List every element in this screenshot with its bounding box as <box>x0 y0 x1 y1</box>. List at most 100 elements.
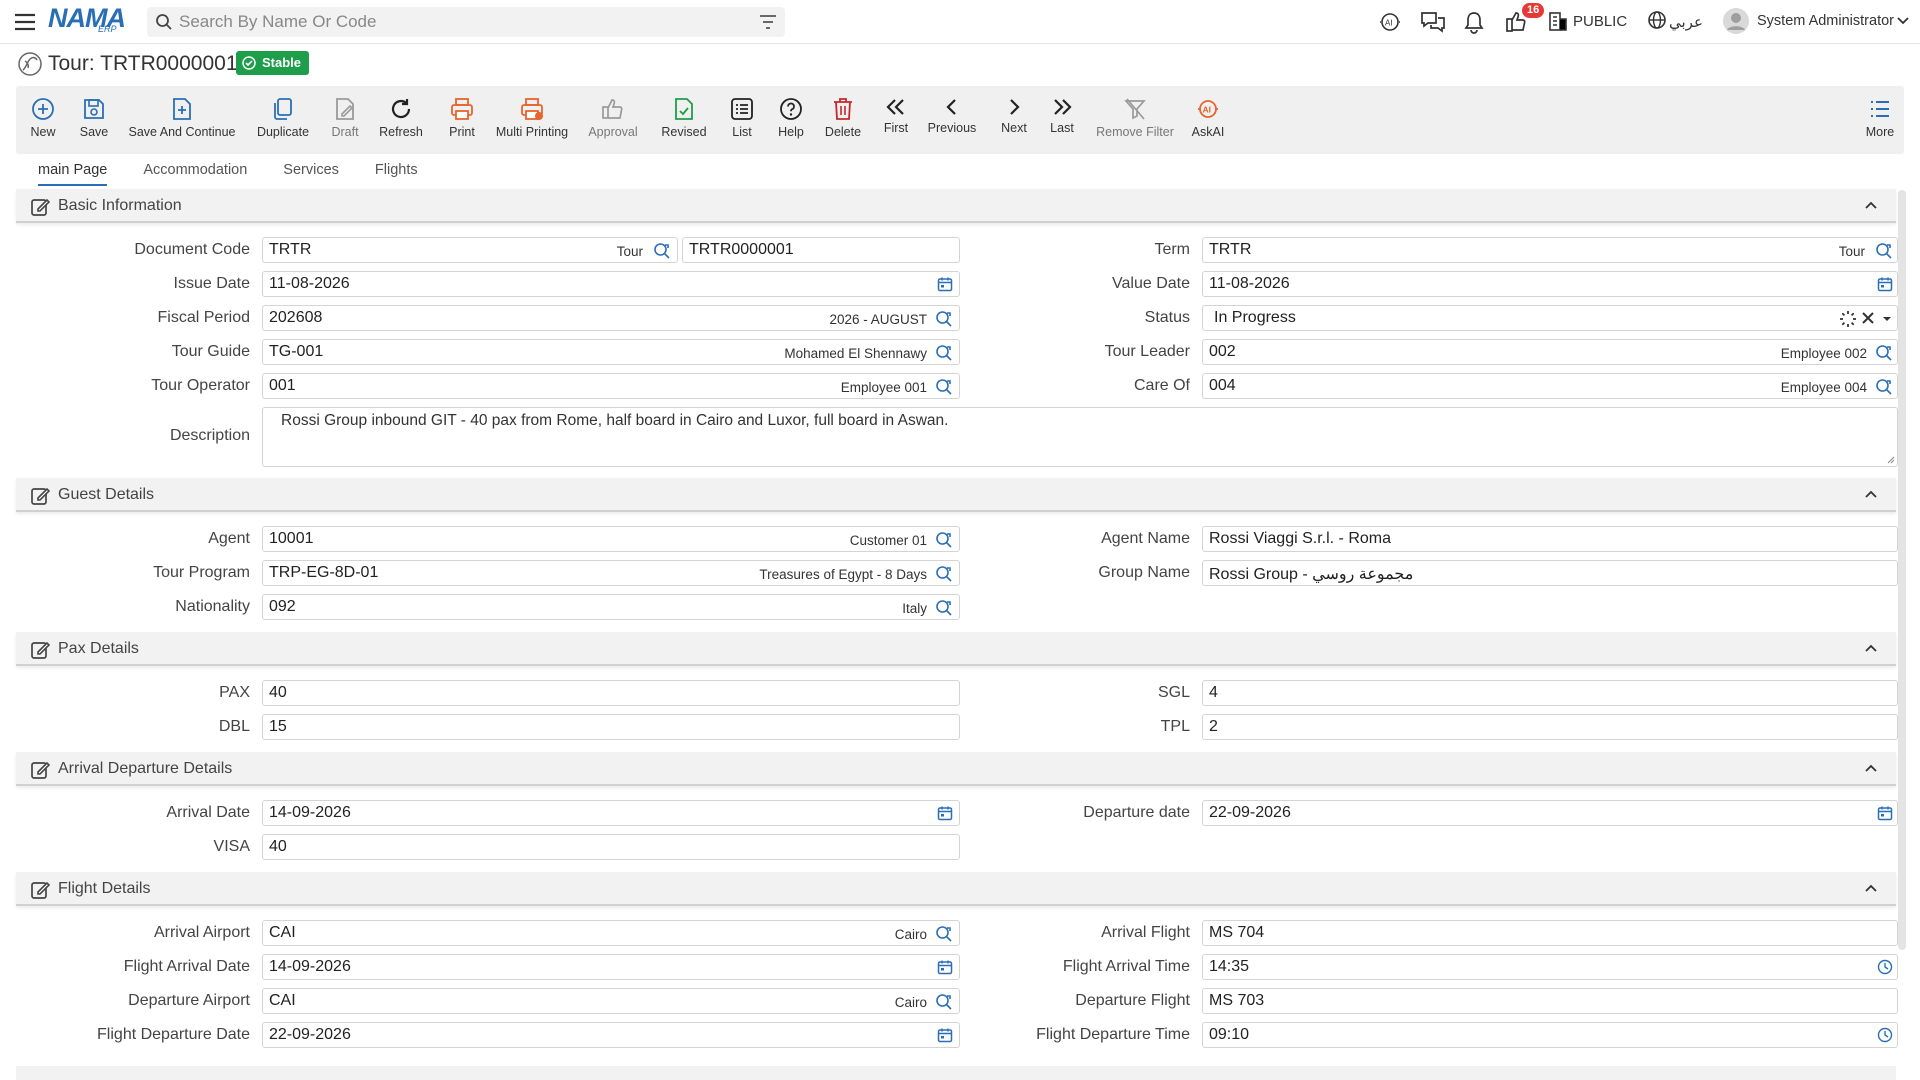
flight-departure-date-field[interactable]: 22-09-2026 <box>262 1022 960 1048</box>
chevron-up-icon[interactable] <box>1864 200 1878 210</box>
section-arrival-departure-details[interactable]: Arrival Departure Details <box>16 752 1896 786</box>
lookup-icon[interactable] <box>1875 242 1893 260</box>
nama-logo[interactable]: NAMA <box>48 5 130 39</box>
sgl-field[interactable]: 4 <box>1202 680 1898 706</box>
lookup-icon[interactable] <box>653 242 671 260</box>
dbl-field[interactable]: 15 <box>262 714 960 740</box>
flight-arrival-time-field[interactable]: 14:35 <box>1202 954 1898 980</box>
value-date-field[interactable]: 11-08-2026 <box>1202 271 1898 297</box>
care-of-field[interactable]: 004 Employee 004 <box>1202 373 1898 399</box>
bell-icon[interactable] <box>1463 10 1485 34</box>
search-input[interactable] <box>147 7 785 37</box>
tab-main-page[interactable]: main Page <box>38 158 108 186</box>
visa-field[interactable]: 40 <box>262 834 960 860</box>
pax-field[interactable]: 40 <box>262 680 960 706</box>
section-flight-details[interactable]: Flight Details <box>16 872 1896 906</box>
section-pax-details[interactable]: Pax Details <box>16 632 1896 666</box>
new-button[interactable]: New <box>24 86 62 154</box>
public-label[interactable]: PUBLIC <box>1573 13 1627 30</box>
clock-icon[interactable] <box>1877 959 1893 975</box>
resize-handle-icon[interactable] <box>1885 454 1895 464</box>
section-guest-details[interactable]: Guest Details <box>16 478 1896 512</box>
next-button[interactable]: Next <box>998 86 1030 154</box>
clear-icon[interactable] <box>1861 311 1875 325</box>
globe-icon[interactable] <box>1647 10 1667 30</box>
tpl-field[interactable]: 2 <box>1202 714 1898 740</box>
duplicate-button[interactable]: Duplicate <box>256 86 310 154</box>
fiscal-period-field[interactable]: 202608 2026 - AUGUST <box>262 305 960 331</box>
description-textarea[interactable]: Rossi Group inbound GIT - 40 pax from Ro… <box>262 407 1898 467</box>
care-of-label: Care Of <box>1133 377 1190 394</box>
document-number-field[interactable]: TRTR0000001 <box>682 237 960 263</box>
chevron-up-icon[interactable] <box>1864 643 1878 653</box>
dropdown-arrow-icon[interactable] <box>1881 314 1893 324</box>
tour-guide-field[interactable]: TG-001 Mohamed El Shennawy <box>262 339 960 365</box>
save-and-continue-button[interactable]: Save And Continue <box>128 86 236 154</box>
save-button[interactable]: Save <box>74 86 114 154</box>
approval-button[interactable]: Approval <box>588 86 638 154</box>
user-name[interactable]: System Administrator <box>1757 13 1894 29</box>
arrival-date-field[interactable]: 14-09-2026 <box>262 800 960 826</box>
tour-operator-field[interactable]: 001 Employee 001 <box>262 373 960 399</box>
tab-flights[interactable]: Flights <box>375 158 418 186</box>
scrollbar[interactable] <box>1898 190 1906 950</box>
last-button[interactable]: Last <box>1046 86 1078 154</box>
tour-program-field[interactable]: TRP-EG-8D-01 Treasures of Egypt - 8 Days <box>262 560 960 586</box>
chevron-up-icon[interactable] <box>1864 489 1878 499</box>
lookup-icon[interactable] <box>1875 344 1893 362</box>
document-code-field[interactable]: TRTR Tour <box>262 237 678 263</box>
flight-arrival-date-field[interactable]: 14-09-2026 <box>262 954 960 980</box>
ai-assistant-icon[interactable]: AI <box>1378 10 1402 34</box>
departure-flight-field[interactable]: MS 703 <box>1202 988 1898 1014</box>
remove-filter-button[interactable]: Remove Filter <box>1096 86 1174 154</box>
help-button[interactable]: Help <box>774 86 808 154</box>
pax-value: 40 <box>269 684 287 701</box>
term-field[interactable]: TRTR Tour <box>1202 237 1898 263</box>
first-button[interactable]: First <box>878 86 914 154</box>
hamburger-menu-icon[interactable] <box>13 10 37 34</box>
section-basic-information[interactable]: Basic Information <box>16 189 1896 223</box>
list-button[interactable]: List <box>726 86 758 154</box>
departure-date-field[interactable]: 22-09-2026 <box>1202 800 1898 826</box>
tour-program-value: TRP-EG-8D-01 <box>269 564 379 581</box>
document-code-hint: Tour <box>616 244 643 259</box>
arrival-airport-field[interactable]: CAI Cairo <box>262 920 960 946</box>
tab-services[interactable]: Services <box>283 158 339 186</box>
chevron-down-icon[interactable] <box>1896 14 1910 28</box>
lookup-icon[interactable] <box>935 599 953 617</box>
delete-button[interactable]: Delete <box>822 86 864 154</box>
arrival-flight-field[interactable]: MS 704 <box>1202 920 1898 946</box>
agent-name-field[interactable]: Rossi Viaggi S.r.l. - Roma <box>1202 526 1898 552</box>
tour-leader-field[interactable]: 002 Employee 002 <box>1202 339 1898 365</box>
group-name-field[interactable]: Rossi Group - مجموعة روسي <box>1202 560 1898 586</box>
issue-date-value: 11-08-2026 <box>269 275 350 292</box>
status-value: In Progress <box>1214 309 1296 326</box>
departure-airport-field[interactable]: CAI Cairo <box>262 988 960 1014</box>
print-button[interactable]: Print <box>444 86 480 154</box>
issue-date-field[interactable]: 11-08-2026 <box>262 271 960 297</box>
agent-field[interactable]: 10001 Customer 01 <box>262 526 960 552</box>
previous-button[interactable]: Previous <box>926 86 978 154</box>
global-search[interactable] <box>147 7 785 37</box>
lookup-icon[interactable] <box>1875 378 1893 396</box>
flight-departure-time-field[interactable]: 09:10 <box>1202 1022 1898 1048</box>
revised-button[interactable]: Revised <box>660 86 708 154</box>
avatar[interactable] <box>1723 8 1749 34</box>
calendar-icon[interactable] <box>1877 276 1893 292</box>
status-select[interactable]: In Progress <box>1202 305 1898 331</box>
chat-icon[interactable] <box>1420 10 1446 34</box>
clock-icon[interactable] <box>1877 1027 1893 1043</box>
draft-button[interactable]: Draft <box>328 86 362 154</box>
calendar-icon[interactable] <box>1877 805 1893 821</box>
nationality-field[interactable]: 092 Italy <box>262 594 960 620</box>
more-button[interactable]: More <box>1862 86 1898 154</box>
askai-button[interactable]: AI AskAI <box>1190 86 1226 154</box>
multi-printing-button[interactable]: Multi Printing <box>494 86 570 154</box>
description-value: Rossi Group inbound GIT - 40 pax from Ro… <box>281 412 949 429</box>
tab-accommodation[interactable]: Accommodation <box>143 158 247 186</box>
filter-icon[interactable] <box>759 14 777 30</box>
chevron-up-icon[interactable] <box>1864 883 1878 893</box>
refresh-button[interactable]: Refresh <box>378 86 424 154</box>
language-switch[interactable]: عربي <box>1669 13 1703 31</box>
chevron-up-icon[interactable] <box>1864 763 1878 773</box>
